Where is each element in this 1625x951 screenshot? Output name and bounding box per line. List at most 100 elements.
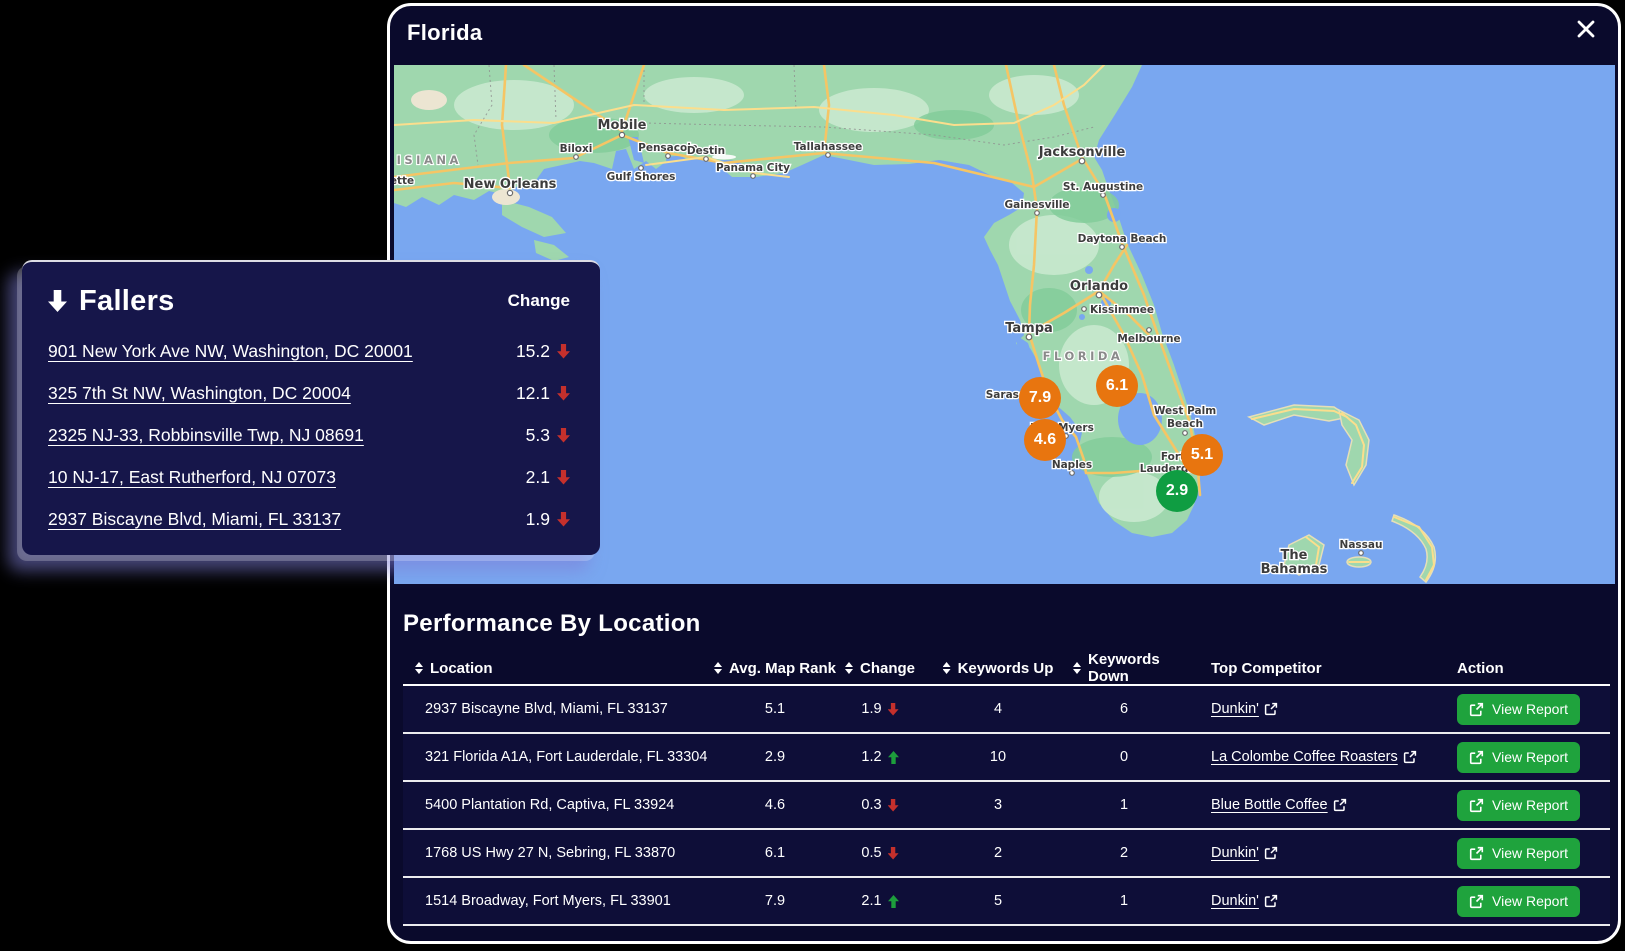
map-marker-6-1[interactable]: 6.1 [1096, 365, 1138, 407]
view-report-button[interactable]: View Report [1457, 742, 1580, 773]
map-marker-4-6[interactable]: 4.6 [1024, 419, 1066, 461]
view-report-button[interactable]: View Report [1457, 790, 1580, 821]
map-city-lafayette: Lafayette [394, 175, 414, 187]
cell-top-competitor: Dunkin' [1211, 893, 1457, 909]
external-link-icon [1333, 798, 1347, 812]
column-header-avg-map-rank[interactable]: Avg. Map Rank [713, 660, 837, 677]
column-label: Keywords Down [1088, 651, 1175, 685]
cell-location: 5400 Plantation Rd, Captiva, FL 33924 [403, 797, 713, 813]
column-header-change[interactable]: Change [837, 660, 923, 677]
map-city-jacksonville: Jacksonville [1038, 145, 1126, 160]
competitor-link[interactable]: Blue Bottle Coffee [1211, 797, 1328, 813]
view-report-button[interactable]: View Report [1457, 838, 1580, 869]
cell-keywords-down: 6 [1073, 701, 1175, 717]
cell-keywords-up: 4 [923, 701, 1073, 717]
marker-value: 5.1 [1191, 446, 1213, 464]
faller-change-value: 1.9 [526, 509, 550, 530]
column-label: Location [430, 660, 493, 677]
change-arrow-icon [888, 703, 899, 716]
change-value: 0.5 [861, 845, 881, 861]
map-city-tampa: Tampa [1005, 321, 1053, 336]
change-arrow-icon [888, 799, 899, 812]
map-city-west-palm: West Palm [1154, 405, 1216, 417]
column-header-keywords-up[interactable]: Keywords Up [923, 660, 1073, 677]
table-row: 1514 Broadway, Fort Myers, FL 33901 7.9 … [403, 878, 1610, 926]
sort-icon [943, 662, 951, 674]
cell-location: 1768 US Hwy 27 N, Sebring, FL 33870 [403, 845, 713, 861]
map-city-kissimmee: Kissimmee [1090, 304, 1154, 316]
competitor-link[interactable]: Dunkin' [1211, 845, 1259, 861]
sort-icon [845, 662, 853, 674]
view-report-button[interactable]: View Report [1457, 886, 1580, 917]
view-report-label: View Report [1492, 701, 1568, 717]
column-label: Change [860, 660, 915, 677]
faller-address-link[interactable]: 325 7th St NW, Washington, DC 20004 [48, 383, 351, 404]
marker-value: 4.6 [1034, 431, 1056, 449]
map-city-nassau: Nassau [1340, 539, 1383, 551]
cell-keywords-down: 1 [1073, 893, 1175, 909]
sort-icon [714, 662, 722, 674]
faller-change-value: 2.1 [526, 467, 550, 488]
cell-action: View Report [1457, 838, 1610, 869]
map-city-orlando: Orlando [1070, 279, 1128, 294]
modal-title: Florida [407, 20, 482, 46]
external-link-icon [1469, 750, 1484, 765]
view-report-label: View Report [1492, 749, 1568, 765]
view-report-button[interactable]: View Report [1457, 694, 1580, 725]
faller-address-link[interactable]: 10 NJ-17, East Rutherford, NJ 07073 [48, 467, 336, 488]
column-header-action: Action [1457, 660, 1610, 677]
column-header-top-competitor: Top Competitor [1211, 660, 1457, 677]
cell-action: View Report [1457, 886, 1610, 917]
cell-avg-map-rank: 2.9 [713, 749, 837, 765]
map-city-naples: Naples [1052, 459, 1092, 471]
table-row: 1768 US Hwy 27 N, Sebring, FL 33870 6.1 … [403, 830, 1610, 878]
cell-change: 1.2 [837, 749, 923, 765]
map-region-louisiana: LOUISIANA [394, 153, 462, 167]
cell-avg-map-rank: 7.9 [713, 893, 837, 909]
external-link-icon [1469, 702, 1484, 717]
close-icon[interactable] [1574, 17, 1598, 41]
external-link-icon [1264, 894, 1278, 908]
list-item: 325 7th St NW, Washington, DC 20004 12.1 [48, 372, 570, 414]
change-value: 2.1 [861, 893, 881, 909]
external-link-icon [1264, 702, 1278, 716]
faller-address-link[interactable]: 901 New York Ave NW, Washington, DC 2000… [48, 341, 413, 362]
table-header-row: Location Avg. Map Rank Change Keywords U… [403, 652, 1610, 686]
external-link-icon [1469, 894, 1484, 909]
fallers-down-arrow-icon [48, 290, 67, 312]
change-value: 0.3 [861, 797, 881, 813]
cell-top-competitor: Dunkin' [1211, 845, 1457, 861]
page-background: Florida [0, 0, 1625, 951]
column-header-keywords-down[interactable]: Keywords Down [1073, 651, 1175, 685]
performance-title: Performance By Location [403, 610, 1610, 638]
table-row: 2937 Biscayne Blvd, Miami, FL 33137 5.1 … [403, 686, 1610, 734]
column-header-location[interactable]: Location [403, 660, 713, 677]
cell-keywords-down: 0 [1073, 749, 1175, 765]
down-arrow-icon [557, 512, 570, 527]
faller-change-value: 5.3 [526, 425, 550, 446]
map-marker-7-9[interactable]: 7.9 [1019, 377, 1061, 419]
competitor-link[interactable]: Dunkin' [1211, 701, 1259, 717]
marker-value: 2.9 [1166, 482, 1188, 500]
down-arrow-icon [557, 386, 570, 401]
map-marker-2-9[interactable]: 2.9 [1156, 470, 1198, 512]
list-item: 2937 Biscayne Blvd, Miami, FL 33137 1.9 [48, 498, 570, 540]
faller-address-link[interactable]: 2325 NJ-33, Robbinsville Twp, NJ 08691 [48, 425, 364, 446]
fallers-change-header: Change [508, 291, 570, 311]
faller-change-value: 12.1 [516, 383, 550, 404]
cell-avg-map-rank: 5.1 [713, 701, 837, 717]
column-label: Keywords Up [958, 660, 1054, 677]
down-arrow-icon [557, 470, 570, 485]
list-item: 901 New York Ave NW, Washington, DC 2000… [48, 330, 570, 372]
list-item: 10 NJ-17, East Rutherford, NJ 07073 2.1 [48, 456, 570, 498]
fallers-list: 901 New York Ave NW, Washington, DC 2000… [48, 330, 570, 540]
map-region-florida: FLORIDA [1043, 349, 1124, 363]
map-marker-5-1[interactable]: 5.1 [1181, 434, 1223, 476]
competitor-link[interactable]: Dunkin' [1211, 893, 1259, 909]
cell-location: 1514 Broadway, Fort Myers, FL 33901 [403, 893, 713, 909]
faller-address-link[interactable]: 2937 Biscayne Blvd, Miami, FL 33137 [48, 509, 341, 530]
performance-section: Performance By Location Location Avg. Ma… [403, 590, 1610, 926]
sort-icon [415, 662, 423, 674]
cell-top-competitor: Blue Bottle Coffee [1211, 797, 1457, 813]
competitor-link[interactable]: La Colombe Coffee Roasters [1211, 749, 1398, 765]
